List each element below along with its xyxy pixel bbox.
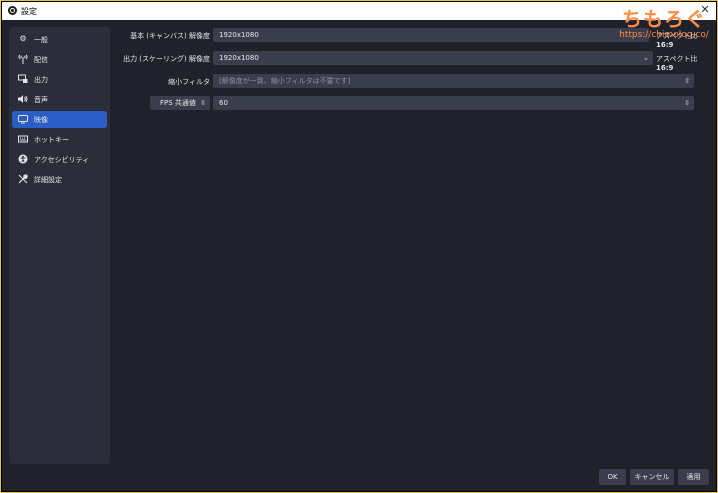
sidebar-item-label: 出力 [34,76,48,84]
fps-value: 60 [219,99,228,107]
sidebar-item-label: 音声 [34,96,48,104]
fps-type-label: FPS 共通値 [160,99,196,107]
downscale-filter-value: [解像度が一致、縮小フィルタは不要です] [219,77,351,85]
sidebar-item-label: ホットキー [34,136,69,144]
apply-button[interactable]: 適用 [678,469,709,485]
base-aspect-value: 16:9 [656,41,674,49]
sidebar-item-video[interactable]: 映像 [12,111,107,128]
base-resolution-label: 基本 (キャンバス) 解像度 [130,32,210,40]
output-resolution-label: 出力 (スケーリング) 解像度 [123,55,210,63]
settings-sidebar: ⚙ 一般 配信 出力 音声 映像 ホットキー アクセシビリティ 詳細設定 [9,27,110,464]
output-resolution-combo[interactable]: 1920x1080 ⌄ [213,51,653,65]
settings-window: 設定 ✕ ⚙ 一般 配信 出力 音声 映像 ホットキー アクセシビリティ 詳細設… [1,1,717,492]
spin-arrows-icon[interactable]: ⇳ [682,75,692,87]
sidebar-item-output[interactable]: 出力 [12,71,107,88]
sidebar-item-hotkeys[interactable]: ホットキー [12,131,107,148]
sidebar-item-stream[interactable]: 配信 [12,51,107,68]
sidebar-item-label: アクセシビリティ [34,156,90,164]
downscale-filter-label: 縮小フィルタ [168,78,210,86]
sidebar-item-audio[interactable]: 音声 [12,91,107,108]
watermark-title: ちもろぐ [622,7,706,31]
sidebar-item-label: 一般 [34,36,48,44]
wrench-icon [18,174,28,184]
downscale-filter-combo[interactable]: [解像度が一致、縮小フィルタは不要です] ⇳ [213,74,694,88]
fps-type-combo[interactable]: FPS 共通値 ⇳ [150,96,210,110]
accessibility-icon [18,154,28,164]
sidebar-item-general[interactable]: ⚙ 一般 [12,31,107,48]
obs-app-icon [8,6,17,15]
base-resolution-value: 1920x1080 [219,31,259,39]
ok-button[interactable]: OK [599,469,626,485]
chevron-down-icon[interactable]: ⌄ [641,52,651,64]
output-icon [18,74,28,84]
sidebar-item-label: 映像 [34,116,48,124]
sidebar-item-label: 詳細設定 [34,176,62,184]
output-aspect-ratio: アスペクト比 16:9 [656,54,716,72]
site-watermark: ちもろぐ https://chimolog.co/ [614,8,714,40]
fps-value-combo[interactable]: 60 ⇳ [213,96,694,110]
cancel-button[interactable]: キャンセル [630,469,674,485]
window-title: 設定 [21,7,37,16]
sidebar-item-advanced[interactable]: 詳細設定 [12,171,107,188]
output-aspect-label: アスペクト比 [656,55,698,63]
spin-arrows-icon[interactable]: ⇳ [198,97,208,109]
title-bar: 設定 ✕ [2,2,716,20]
output-resolution-value: 1920x1080 [219,54,259,62]
speaker-icon [18,94,28,104]
output-aspect-value: 16:9 [656,64,674,72]
monitor-icon [18,114,28,124]
keyboard-icon [18,134,28,144]
gear-icon: ⚙ [19,34,27,43]
spin-arrows-icon[interactable]: ⇳ [682,97,692,109]
base-resolution-combo[interactable]: 1920x1080 [213,28,649,42]
watermark-url: https://chimolog.co/ [619,30,709,40]
sidebar-item-accessibility[interactable]: アクセシビリティ [12,151,107,168]
sidebar-item-label: 配信 [34,56,48,64]
antenna-icon [18,54,28,64]
